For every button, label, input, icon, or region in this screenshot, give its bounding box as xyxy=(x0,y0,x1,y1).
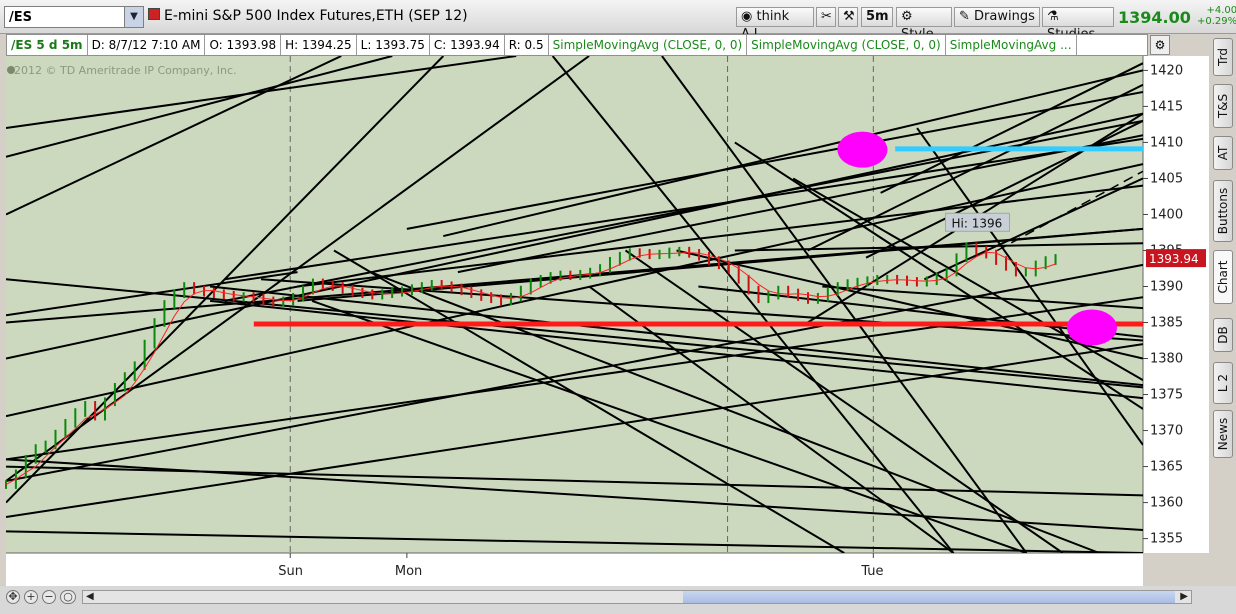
scroll-right-icon[interactable]: ▶ xyxy=(1180,591,1188,603)
tab-label: Chart xyxy=(1216,260,1230,294)
toolbar: /ES ▼ E-mini S&P 500 Index Futures,ETH (… xyxy=(0,0,1236,42)
zoom-in-icon[interactable]: + xyxy=(24,590,38,604)
tab-news[interactable]: News xyxy=(1213,410,1233,458)
y-tick-label: 1385 xyxy=(1150,316,1183,331)
study-label[interactable]: SimpleMovingAvg (CLOSE, 0, 0) xyxy=(549,35,748,55)
last-price: 1394.00 xyxy=(1118,8,1191,27)
zoom-out-icon[interactable]: − xyxy=(42,590,56,604)
tab-label: L 2 xyxy=(1216,373,1230,393)
change-pct: +0.29% xyxy=(1197,16,1236,27)
y-tick-label: 1355 xyxy=(1150,532,1183,547)
tab-trd[interactable]: Trd xyxy=(1213,38,1233,76)
info-range: R: 0.5 xyxy=(505,35,549,55)
zoom-reset-icon[interactable]: ○ xyxy=(60,590,76,604)
wrench-icon: ⚒ xyxy=(843,9,855,24)
info-date: D: 8/7/12 7:10 AM xyxy=(88,35,206,55)
change-abs: +4.00 xyxy=(1206,5,1236,16)
style-button[interactable]: ⚙ Style xyxy=(896,7,952,42)
y-tick-label: 1415 xyxy=(1150,99,1183,114)
chevron-down-icon[interactable]: ▼ xyxy=(124,7,143,27)
tab-label: T&S xyxy=(1216,93,1230,119)
study-label[interactable]: SimpleMovingAvg (CLOSE, 0, 0) xyxy=(747,35,946,55)
studies-icon: ⚗ xyxy=(1047,9,1059,24)
y-tick-label: 1380 xyxy=(1150,352,1183,367)
instrument-description: E-mini S&P 500 Index Futures,ETH (SEP 12… xyxy=(148,8,468,24)
description-text: E-mini S&P 500 Index Futures,ETH (SEP 12… xyxy=(164,8,468,24)
info-symbol[interactable]: /ES 5 d 5m xyxy=(7,35,88,55)
tab-label: Buttons xyxy=(1216,187,1230,235)
style-icon: ⚙ xyxy=(901,9,913,24)
y-tick-label: 1360 xyxy=(1150,496,1183,511)
price-change: +4.00 +0.29% xyxy=(1197,5,1236,27)
think-ai-button[interactable]: ◉ think A.I. xyxy=(736,7,814,42)
price-axis xyxy=(1143,56,1209,553)
scroll-left-icon[interactable]: ◀ xyxy=(86,591,94,603)
tab-db[interactable]: DB xyxy=(1213,318,1233,352)
time-axis xyxy=(6,553,1143,586)
info-open: O: 1393.98 xyxy=(205,35,282,55)
copyright-text: 2012 © TD Ameritrade IP Company, Inc. xyxy=(14,64,237,77)
highlight-ellipse xyxy=(837,131,888,168)
brain-icon: ◉ xyxy=(741,9,753,24)
tab-chart[interactable]: Chart xyxy=(1213,250,1233,304)
tab-label: DB xyxy=(1216,326,1230,344)
symbol-text: /ES xyxy=(9,10,32,25)
high-label: Hi: 1396 xyxy=(952,216,1003,230)
info-close: C: 1393.94 xyxy=(430,35,505,55)
x-tick-label: Mon xyxy=(395,564,422,579)
timeframe-button[interactable]: 5m xyxy=(861,7,893,27)
tab-label: Trd xyxy=(1216,48,1230,66)
tab-level2[interactable]: L 2 xyxy=(1213,362,1233,404)
info-high: H: 1394.25 xyxy=(281,35,357,55)
studies-button[interactable]: ⚗ Studies xyxy=(1042,7,1114,42)
symbol-input[interactable]: /ES ▼ xyxy=(4,6,144,28)
tab-label: AT xyxy=(1216,145,1230,161)
chart-settings-icon[interactable]: ⚙ xyxy=(1150,35,1170,55)
info-low: L: 1393.75 xyxy=(357,35,430,55)
price-chart[interactable]: 1355136013651370137513801385139013951400… xyxy=(0,56,1212,586)
y-tick-label: 1375 xyxy=(1150,388,1183,403)
tab-time-sales[interactable]: T&S xyxy=(1213,84,1233,128)
tab-at[interactable]: AT xyxy=(1213,136,1233,170)
drawings-label: Drawings xyxy=(974,9,1035,24)
logo-icon xyxy=(7,66,15,74)
settings-tool-button[interactable]: ⚒ xyxy=(838,7,858,27)
y-tick-label: 1365 xyxy=(1150,460,1183,475)
y-tick-label: 1410 xyxy=(1150,135,1183,150)
y-tick-label: 1405 xyxy=(1150,171,1183,186)
cursor-tool-button[interactable]: ✂ xyxy=(816,7,836,27)
scroll-thumb[interactable] xyxy=(683,591,1175,603)
last-price-tag-label: 1393.94 xyxy=(1149,252,1199,266)
x-tick-label: Sun xyxy=(278,564,303,579)
highlight-ellipse xyxy=(1066,309,1117,346)
zoom-fit-icon[interactable]: ✥ xyxy=(6,590,20,604)
flag-icon xyxy=(148,8,160,20)
y-tick-label: 1370 xyxy=(1150,424,1183,439)
tab-label: News xyxy=(1216,417,1230,451)
chart-info-bar: /ES 5 d 5m D: 8/7/12 7:10 AM O: 1393.98 H: … xyxy=(6,34,1148,56)
x-tick-label: Tue xyxy=(860,564,883,579)
y-tick-label: 1400 xyxy=(1150,207,1183,222)
y-tick-label: 1390 xyxy=(1150,279,1183,294)
drawings-button[interactable]: ✎ Drawings xyxy=(954,7,1040,27)
horizontal-scrollbar[interactable]: ◀ ▶ xyxy=(82,590,1192,604)
y-tick-label: 1420 xyxy=(1150,63,1183,78)
scissors-icon: ✂ xyxy=(821,9,832,24)
tab-buttons[interactable]: Buttons xyxy=(1213,180,1233,242)
pencil-icon: ✎ xyxy=(959,9,970,24)
study-label[interactable]: SimpleMovingAvg ... xyxy=(946,35,1077,55)
